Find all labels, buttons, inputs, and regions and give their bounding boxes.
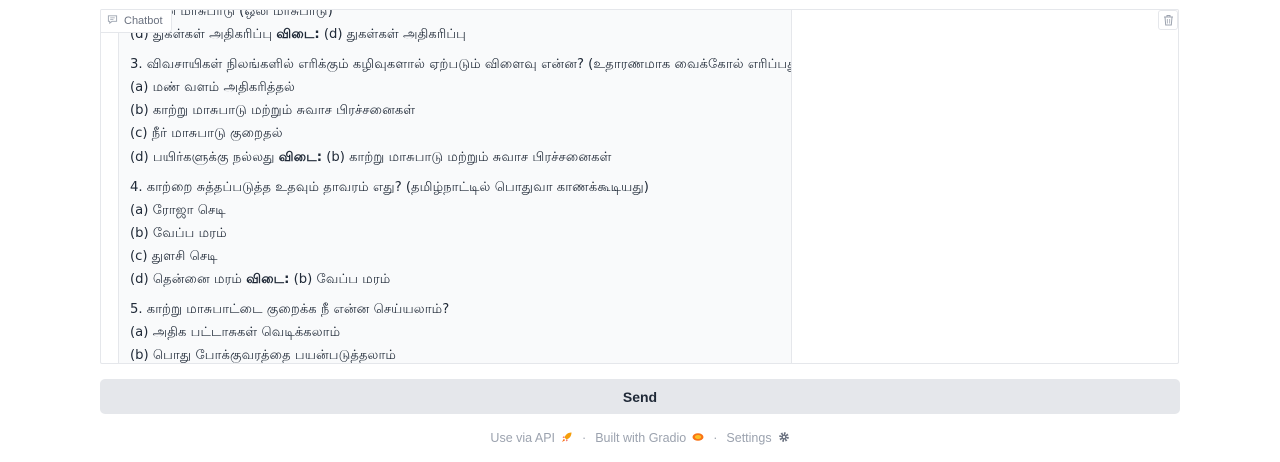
line-text: (b) பொது போக்குவரத்தை பயன்படுத்தலாம் [130, 348, 396, 364]
line-text: (a) மண் வளம் அதிகரித்தல் [130, 80, 295, 96]
answer-option-line: (a) ரோஜா செடி [130, 199, 791, 222]
answer-option-line: (b) பொது போக்குவரத்தை பயன்படுத்தலாம் [130, 344, 791, 364]
answer-option-line: (c) நீர் மாசுபாடு குறைதல் [130, 122, 791, 145]
line-text: 3. விவசாயிகள் நிலங்களில் எரிக்கும் கழிவு… [130, 57, 792, 73]
answer-option-line: (c) துளசி செடி [130, 245, 791, 268]
line-text: (b) காற்று மாசுபாடு மற்றும் சுவாச பிரச்ச… [130, 103, 416, 119]
settings-link[interactable]: Settings [726, 431, 789, 446]
chat-bubble-icon [107, 14, 118, 28]
answer-option-line: (b) வேப்ப மரம் [130, 222, 791, 245]
answer-label: விடை: [276, 27, 320, 43]
question-line: 4. காற்றை சுத்தப்படுத்த உதவும் தாவரம் எத… [130, 176, 791, 199]
bot-message: (c) ஒலி மாசுபாடு (ஒலி மாசுபாடு) (d) துகள்… [118, 10, 792, 364]
answer-option-line: (a) மண் வளம் அதிகரித்தல் [130, 76, 791, 99]
footer-separator: · [713, 431, 718, 445]
answer-text: (b) காற்று மாசுபாடு மற்றும் சுவாச பிரச்ச… [322, 149, 612, 165]
footer: Use via API · Built with Gradio · Settin… [0, 428, 1280, 448]
question-line: 3. விவசாயிகள் நிலங்களில் எரிக்கும் கழிவு… [130, 53, 791, 76]
line-text: (b) வேப்ப மரம் [130, 225, 227, 241]
answer-label: விடை: [246, 272, 290, 288]
use-via-api-label: Use via API [490, 431, 556, 445]
line-text: (d) தென்னை மரம் [130, 272, 247, 288]
gradio-logo-icon [692, 431, 704, 446]
answer-option-line: (b) காற்று மாசுபாடு மற்றும் சுவாச பிரச்ச… [130, 99, 791, 122]
line-text: (a) ரோஜா செடி [130, 202, 226, 218]
chatbot-label-text: Chatbot [124, 15, 163, 27]
line-text: (d) பயிர்களுக்கு நல்லது [130, 149, 279, 165]
settings-label: Settings [726, 431, 772, 445]
chatbot-label: Chatbot [101, 10, 172, 33]
answer-option-line: (d) பயிர்களுக்கு நல்லது விடை: (b) காற்று… [130, 146, 791, 169]
use-via-api-link[interactable]: Use via API [490, 431, 573, 446]
answer-text: (d) துகள்கள் அதிகரிப்பு [319, 27, 466, 43]
built-with-gradio-link[interactable]: Built with Gradio [595, 431, 704, 446]
gear-icon [778, 431, 790, 446]
line-text: 4. காற்றை சுத்தப்படுத்த உதவும் தாவரம் எத… [130, 179, 649, 195]
answer-text: (b) வேப்ப மரம் [289, 272, 391, 288]
clear-chat-button[interactable] [1158, 10, 1178, 30]
answer-option-line: (d) துகள்கள் அதிகரிப்பு விடை: (d) துகள்க… [130, 23, 791, 46]
footer-separator: · [582, 431, 587, 445]
trash-icon [1163, 11, 1174, 30]
rocket-icon [561, 431, 573, 446]
answer-option-line: (c) ஒலி மாசுபாடு (ஒலி மாசுபாடு) [130, 10, 791, 23]
answer-option-line: (a) அதிக பட்டாசுகள் வெடிக்கலாம் [130, 321, 791, 344]
answer-label: விடை: [278, 149, 323, 165]
question-line: 5. காற்று மாசுபாட்டை குறைக்க நீ என்ன செய… [130, 298, 791, 321]
chatbot-panel: Chatbot (c) ஒலி மாசுபாடு (ஒலி மாசுபாடு)(… [100, 9, 1179, 364]
line-text: (a) அதிக பட்டாசுகள் வெடிக்கலாம் [130, 325, 341, 341]
built-with-gradio-label: Built with Gradio [595, 431, 687, 445]
line-text: (c) துளசி செடி [130, 248, 218, 264]
send-button[interactable]: Send [100, 379, 1180, 414]
line-text: 5. காற்று மாசுபாட்டை குறைக்க நீ என்ன செய… [130, 302, 450, 318]
line-text: (c) நீர் மாசுபாடு குறைதல் [130, 126, 283, 142]
answer-option-line: (d) தென்னை மரம் விடை: (b) வேப்ப மரம் [130, 268, 791, 291]
